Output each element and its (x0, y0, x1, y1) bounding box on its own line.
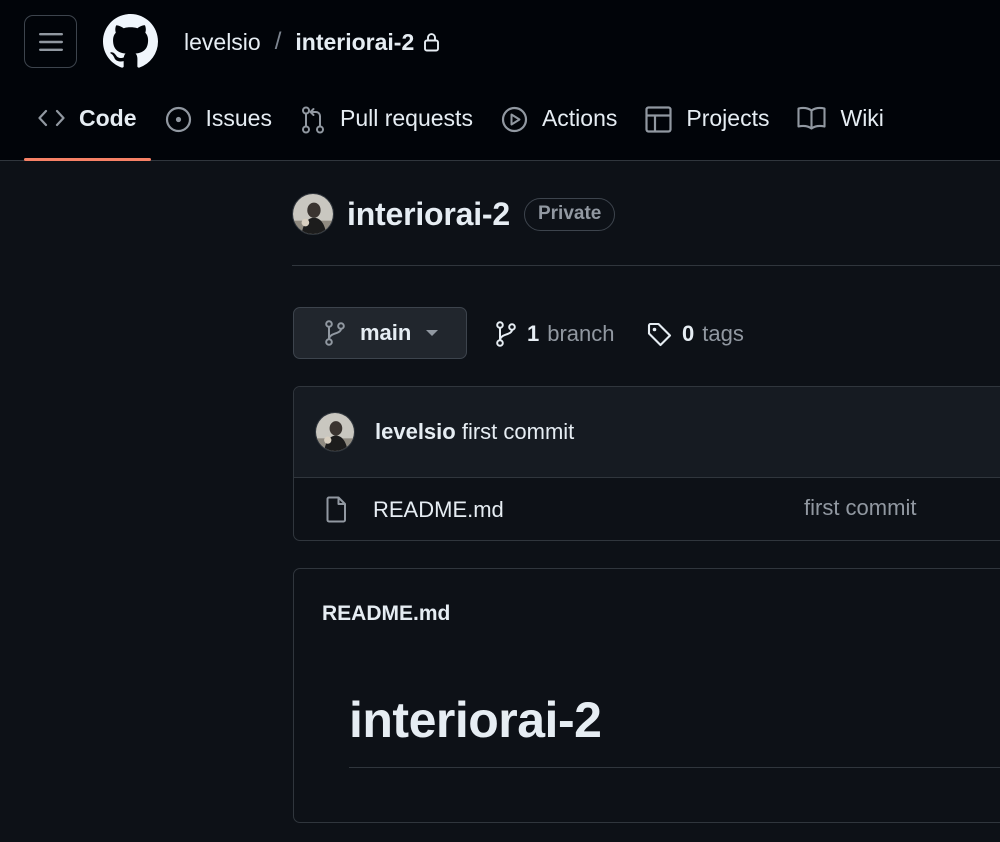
tab-wiki[interactable]: Wiki (783, 94, 897, 161)
git-branch-icon (324, 320, 346, 346)
breadcrumb-owner-link[interactable]: levelsio (184, 29, 261, 56)
github-logo-icon[interactable] (103, 14, 158, 69)
tags-link[interactable]: 0 tags (647, 318, 744, 350)
table-icon (645, 106, 672, 133)
file-name-link[interactable]: README.md (373, 497, 504, 523)
file-row[interactable]: README.md first commit (294, 478, 1000, 540)
tab-actions[interactable]: Actions (487, 94, 631, 161)
repo-nav-tabs: Code Issues Pull requests Actions Projec… (24, 94, 898, 161)
tab-code[interactable]: Code (24, 94, 151, 161)
owner-avatar[interactable] (292, 193, 334, 235)
hamburger-icon (38, 32, 63, 51)
book-icon (797, 106, 827, 130)
tab-pull-requests[interactable]: Pull requests (286, 94, 487, 161)
tab-issues[interactable]: Issues (151, 94, 286, 161)
branch-count: 1 (527, 321, 540, 346)
tab-label: Code (79, 105, 137, 131)
commit-summary: levelsio first commit (375, 419, 574, 445)
git-pull-request-icon (300, 106, 326, 134)
branch-name: main (360, 320, 412, 345)
git-branch-icon (495, 321, 517, 347)
breadcrumb-repo-link[interactable]: interiorai-2 (295, 29, 414, 56)
commit-author-link[interactable]: levelsio (375, 419, 456, 444)
repo-title-row: interiorai-2 Private (292, 192, 616, 236)
branch-count-label: branch (547, 321, 615, 346)
file-browser: levelsio first commit README.md first co… (293, 386, 1000, 541)
repo-title[interactable]: interiorai-2 (347, 196, 510, 233)
file-icon (325, 496, 347, 523)
tab-label: Actions (541, 105, 618, 131)
readme-heading: interiorai-2 (349, 692, 602, 748)
latest-commit-row: levelsio first commit (294, 387, 1000, 478)
breadcrumb-separator: / (274, 28, 282, 55)
branch-select-button[interactable]: main (293, 307, 467, 359)
readme-heading-rule (349, 767, 1000, 768)
title-divider (292, 265, 1000, 266)
code-icon (38, 106, 65, 130)
commit-message-link[interactable]: first commit (462, 419, 574, 444)
tag-icon (647, 322, 672, 347)
tab-projects[interactable]: Projects (631, 94, 783, 161)
tab-label: Pull requests (339, 105, 473, 131)
commit-author-avatar[interactable] (315, 412, 355, 452)
global-header: levelsio / interiorai-2 Code Issues Pull… (0, 0, 1000, 161)
play-icon (501, 106, 528, 133)
breadcrumb: levelsio / interiorai-2 (184, 26, 440, 58)
github-repo-page: levelsio / interiorai-2 Code Issues Pull… (0, 0, 1000, 842)
branches-link[interactable]: 1 branch (495, 318, 615, 350)
file-last-commit-link[interactable]: first commit (804, 495, 916, 521)
open-menu-button[interactable] (24, 15, 77, 68)
lock-icon (423, 32, 440, 52)
tab-label: Projects (686, 105, 770, 131)
visibility-badge: Private (523, 197, 616, 231)
issue-opened-icon (165, 106, 192, 133)
tag-count-label: tags (702, 321, 744, 346)
readme-filename[interactable]: README.md (322, 602, 450, 626)
tab-label: Issues (205, 105, 272, 131)
triangle-down-icon (425, 329, 439, 337)
readme-panel: README.md interiorai-2 (293, 568, 1000, 823)
tab-label: Wiki (840, 105, 884, 131)
tag-count: 0 (682, 321, 695, 346)
